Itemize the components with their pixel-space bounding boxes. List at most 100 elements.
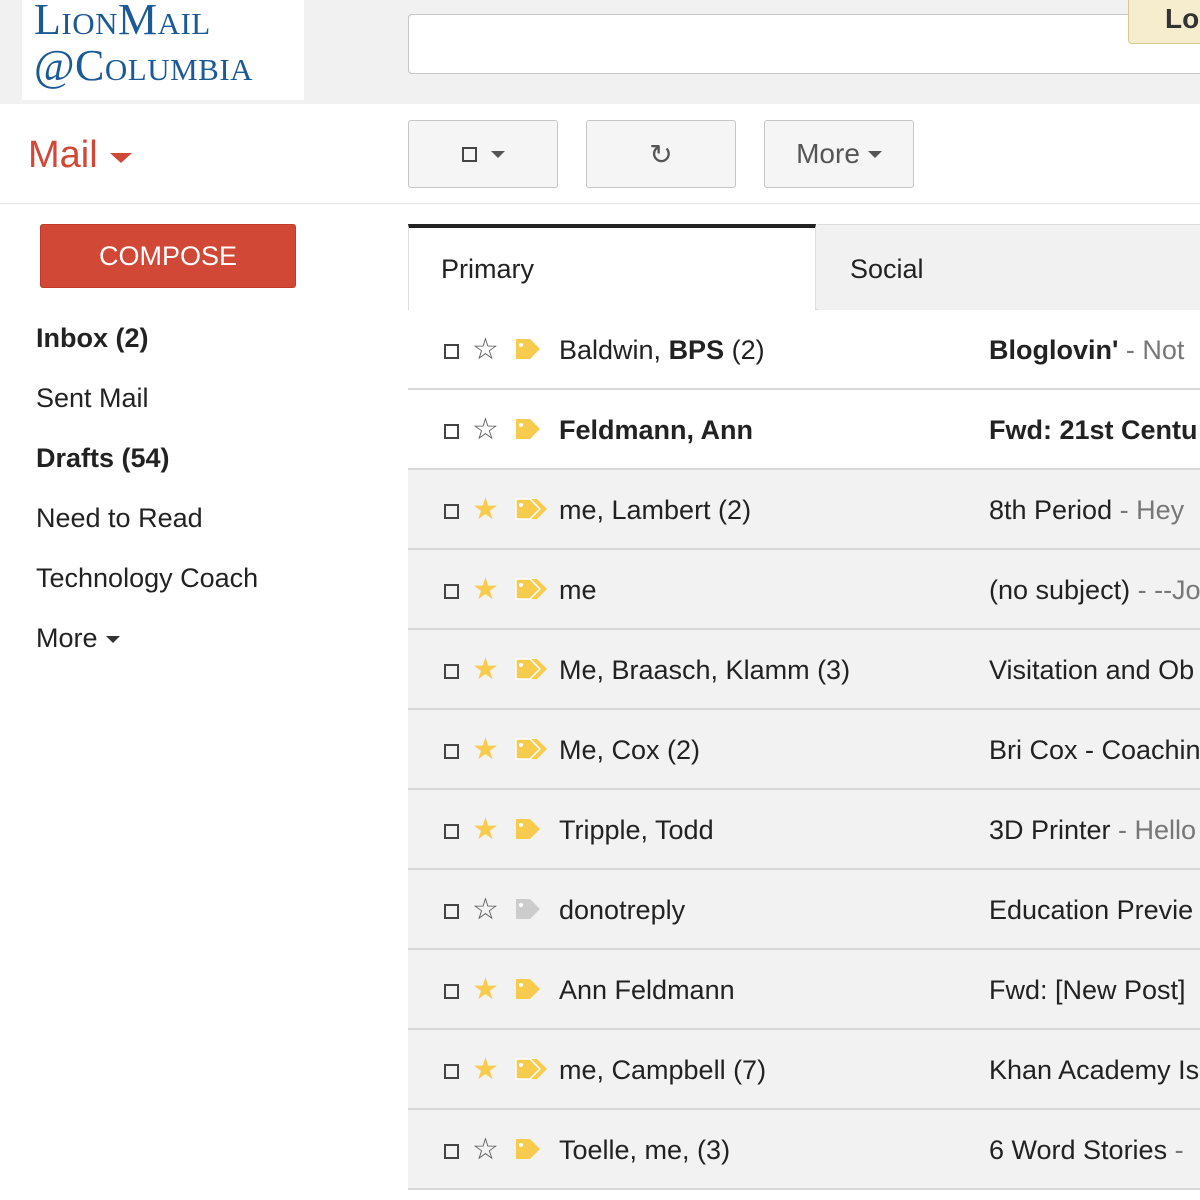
subject-line: Education Previe bbox=[989, 870, 1193, 948]
sidebar-item-label: Need to Read bbox=[36, 503, 203, 533]
sidebar-item-label: Sent Mail bbox=[36, 383, 149, 413]
sidebar-item-label: Inbox (2) bbox=[36, 323, 149, 353]
label-tag-icon[interactable] bbox=[514, 1056, 550, 1082]
row-checkbox[interactable] bbox=[444, 344, 459, 359]
logo-line-2: @Columbia bbox=[34, 41, 254, 90]
label-tag-hole bbox=[519, 503, 523, 507]
sidebar-item-sent-mail[interactable]: Sent Mail bbox=[36, 368, 376, 428]
message-row[interactable]: ★ Tripple, Todd 3D Printer - Hello bbox=[408, 790, 1200, 870]
row-checkbox[interactable] bbox=[444, 1064, 459, 1079]
star-icon[interactable]: ☆ bbox=[472, 410, 499, 450]
label-tag-hole bbox=[519, 823, 523, 827]
message-row[interactable]: ☆ Feldmann, Ann Fwd: 21st Centu bbox=[408, 390, 1200, 470]
subject-line: 6 Word Stories - bbox=[989, 1110, 1184, 1188]
message-row[interactable]: ☆ Toelle, me, (3) 6 Word Stories - bbox=[408, 1110, 1200, 1190]
sidebar-item-need-to-read[interactable]: Need to Read bbox=[36, 488, 376, 548]
sidebar-nav: Inbox (2) Sent Mail Drafts (54) Need to Rea… bbox=[36, 308, 376, 668]
message-row[interactable]: ☆ donotreply Education Previe bbox=[408, 870, 1200, 950]
mail-menu[interactable]: Mail bbox=[28, 134, 132, 177]
sender-text: me, Campbell (7) bbox=[559, 1055, 767, 1085]
checkbox-icon bbox=[461, 146, 477, 162]
compose-button[interactable]: COMPOSE bbox=[40, 224, 296, 288]
row-checkbox[interactable] bbox=[444, 664, 459, 679]
row-checkbox[interactable] bbox=[444, 504, 459, 519]
label-tag-icon[interactable] bbox=[514, 576, 550, 602]
sidebar-item-label: Drafts (54) bbox=[36, 443, 170, 473]
star-icon[interactable]: ☆ bbox=[472, 890, 499, 930]
sender-text: Baldwin, bbox=[559, 335, 669, 365]
sidebar-item-technology-coach[interactable]: Technology Coach bbox=[36, 548, 376, 608]
message-row[interactable]: ★ me, Lambert (2) 8th Period - Hey bbox=[408, 470, 1200, 550]
row-checkbox[interactable] bbox=[444, 584, 459, 599]
star-icon[interactable]: ★ bbox=[472, 1050, 499, 1090]
message-snippet: - Not bbox=[1118, 335, 1185, 365]
star-icon[interactable]: ★ bbox=[472, 570, 499, 610]
refresh-button[interactable]: ↻ bbox=[586, 120, 736, 188]
label-tag-icon[interactable] bbox=[514, 736, 550, 762]
sender-name: me, Lambert (2) bbox=[559, 470, 751, 548]
refresh-icon: ↻ bbox=[649, 138, 673, 170]
label-tag-shape bbox=[516, 419, 540, 439]
select-button[interactable] bbox=[408, 120, 558, 188]
chevron-down-icon bbox=[867, 150, 882, 158]
star-icon[interactable]: ☆ bbox=[472, 1130, 499, 1170]
sender-text: me bbox=[559, 575, 597, 605]
sender-text: Tripple, Todd bbox=[559, 815, 714, 845]
lionmail-logo[interactable]: LionMail @Columbia bbox=[22, 0, 304, 100]
row-checkbox[interactable] bbox=[444, 1144, 459, 1159]
sidebar-item-drafts[interactable]: Drafts (54) bbox=[36, 428, 376, 488]
row-checkbox[interactable] bbox=[444, 824, 459, 839]
subject-line: Bloglovin' - Not bbox=[989, 310, 1185, 388]
message-row[interactable]: ★ Me, Cox (2) Bri Cox - Coachin bbox=[408, 710, 1200, 790]
sender-text-bold: BPS bbox=[668, 335, 725, 365]
sender-name: Feldmann, Ann bbox=[559, 390, 753, 468]
chevron-down-icon bbox=[105, 636, 120, 644]
tab-social[interactable]: Social bbox=[818, 224, 1200, 310]
label-tag-icon[interactable] bbox=[514, 896, 550, 922]
row-checkbox[interactable] bbox=[444, 424, 459, 439]
star-icon[interactable]: ★ bbox=[472, 730, 499, 770]
search-input[interactable] bbox=[408, 14, 1200, 74]
message-row[interactable]: ★ Ann Feldmann Fwd: [New Post] bbox=[408, 950, 1200, 1030]
sender-name: Me, Cox (2) bbox=[559, 710, 700, 788]
message-row[interactable]: ★ me (no subject) - --Jo bbox=[408, 550, 1200, 630]
label-tag-hole bbox=[519, 983, 523, 987]
sender-text: donotreply bbox=[559, 895, 686, 925]
label-tag-icon[interactable] bbox=[514, 976, 550, 1002]
label-tag-icon[interactable] bbox=[514, 416, 550, 442]
chevron-down-icon bbox=[490, 150, 505, 158]
label-tag-icon[interactable] bbox=[514, 816, 550, 842]
logo-line-1: LionMail bbox=[34, 0, 211, 44]
label-tag-icon[interactable] bbox=[514, 656, 550, 682]
row-checkbox[interactable] bbox=[444, 744, 459, 759]
message-subject: Fwd: 21st Centu bbox=[989, 415, 1198, 445]
label-tag-icon[interactable] bbox=[514, 336, 550, 362]
message-snippet: - Hello bbox=[1110, 815, 1197, 845]
logout-button[interactable]: Lo bbox=[1128, 0, 1200, 44]
tab-primary[interactable]: Primary bbox=[408, 224, 816, 310]
message-row[interactable]: ★ me, Campbell (7) Khan Academy Is bbox=[408, 1030, 1200, 1110]
message-row[interactable]: ☆ Baldwin, BPS (2) Bloglovin' - Not bbox=[408, 310, 1200, 390]
star-icon[interactable]: ★ bbox=[472, 810, 499, 850]
label-tag-hole bbox=[519, 343, 523, 347]
label-tag-icon[interactable] bbox=[514, 496, 550, 522]
sender-name: donotreply bbox=[559, 870, 686, 948]
row-checkbox[interactable] bbox=[444, 984, 459, 999]
sender-name: me bbox=[559, 550, 597, 628]
row-checkbox[interactable] bbox=[444, 904, 459, 919]
message-row[interactable]: ★ Me, Braasch, Klamm (3) Visitation and Ob bbox=[408, 630, 1200, 710]
star-icon[interactable]: ★ bbox=[472, 490, 499, 530]
sender-text: Ann Feldmann bbox=[559, 975, 735, 1005]
sender-name: Me, Braasch, Klamm (3) bbox=[559, 630, 850, 708]
label-tag-hole bbox=[519, 743, 523, 747]
sidebar-item-inbox[interactable]: Inbox (2) bbox=[36, 308, 376, 368]
label-tag-shape bbox=[516, 979, 540, 999]
label-tag-icon[interactable] bbox=[514, 1136, 550, 1162]
sidebar-item-more[interactable]: More bbox=[36, 608, 376, 668]
star-icon[interactable]: ☆ bbox=[472, 330, 499, 370]
more-actions-button[interactable]: More bbox=[764, 120, 914, 188]
label-tag-hole bbox=[519, 1143, 523, 1147]
star-icon[interactable]: ★ bbox=[472, 970, 499, 1010]
star-icon[interactable]: ★ bbox=[472, 650, 499, 690]
sender-text: Toelle, me, (3) bbox=[559, 1135, 731, 1165]
